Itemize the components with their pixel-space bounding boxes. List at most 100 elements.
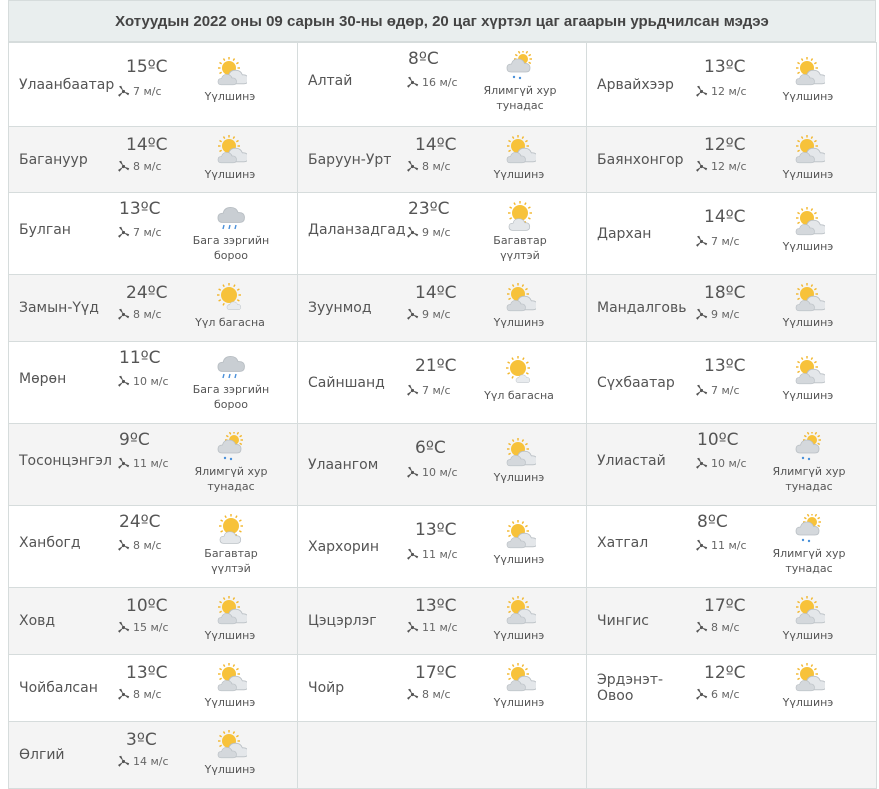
forecast-cell	[297, 721, 587, 789]
wind-speed-value: 6 м/с	[711, 688, 740, 701]
temperature: 3ºC	[126, 730, 157, 750]
forecast-cell: Мандалговь 18ºC 9 м/с Үүлшинэ	[586, 274, 877, 342]
city-name: Ховд	[19, 613, 56, 629]
forecast-cell: Ховд 10ºC 15 м/с Үүлшинэ	[8, 587, 298, 655]
wind-speed-value: 15 м/с	[133, 621, 169, 634]
wind-speed: 9 м/с	[406, 308, 451, 321]
city-name: Замын-Үүд	[19, 300, 99, 316]
sun-small-cloud-icon	[215, 283, 247, 317]
weather-description: Үүлшинэ	[493, 471, 545, 484]
forecast-cell: Цэцэрлэг 13ºC 11 м/с Үүлшинэ	[297, 587, 587, 655]
weather-description: Үүлшинэ	[204, 763, 256, 776]
city-name: Тосонцэнгэл	[19, 452, 112, 469]
city-name: Хархорин	[308, 538, 380, 555]
city-forecast: Даланзадгад 23ºC 9 м/с Багавтар үүлтэй	[298, 193, 586, 274]
wind-icon	[407, 226, 419, 238]
wind-speed-value: 8 м/с	[422, 688, 451, 701]
forecast-cell: Даланзадгад 23ºC 9 м/с Багавтар үүлтэй	[297, 192, 587, 275]
weather-description: Үүлшинэ	[782, 90, 834, 103]
forecast-cell: Арвайхээр 13ºC 12 м/с Үүлшинэ	[586, 42, 877, 127]
weather-description: Үүлшинэ	[782, 240, 834, 253]
city-name: Дархан	[597, 225, 652, 242]
weather-description: Бага зэргийн бороо	[192, 383, 270, 411]
partly-cloudy-sun-icon	[793, 135, 827, 169]
wind-icon	[118, 375, 130, 387]
city-forecast: Арвайхээр 13ºC 12 м/с Үүлшинэ	[587, 43, 876, 126]
forecast-cell: Ханбогд 24ºC 8 м/с Багавтар үүлтэй	[8, 505, 298, 588]
forecast-cell: Сайншанд 21ºC 7 м/с Үүл багасна	[297, 341, 587, 424]
wind-icon	[118, 226, 130, 238]
city-name: Улиастай	[597, 452, 666, 469]
temperature: 12ºC	[704, 135, 746, 155]
wind-speed-value: 7 м/с	[133, 85, 162, 98]
cloud-sun-light-rain-icon	[215, 431, 247, 466]
temperature: 17ºC	[415, 663, 457, 683]
temperature: 9ºC	[119, 430, 150, 450]
city-forecast: Чойбалсан 13ºC 8 м/с Үүлшинэ	[9, 655, 297, 721]
forecast-row: Замын-Үүд 24ºC 8 м/с Үүл багасна Зуунмод 14ºC…	[8, 274, 877, 342]
weather-description: Үүлшинэ	[782, 316, 834, 329]
forecast-cell: Улаанбаатар 15ºC 7 м/с Үүлшинэ	[8, 42, 298, 127]
forecast-cell: Тосонцэнгэл 9ºC 11 м/с Ялимгүй хур тунадас	[8, 423, 298, 506]
weather-description: Үүл багасна	[484, 389, 554, 402]
forecast-cell: Чойбалсан 13ºC 8 м/с Үүлшинэ	[8, 654, 298, 722]
weather-description: Багавтар үүлтэй	[493, 234, 547, 262]
forecast-cell: Улаангом 6ºC 10 м/с Үүлшинэ	[297, 423, 587, 506]
temperature: 14ºC	[704, 207, 746, 227]
forecast-row: Багануур 14ºC 8 м/с Үүлшинэ Баруун-Урт 14ºC 8 …	[8, 126, 877, 193]
temperature: 15ºC	[126, 57, 168, 77]
city-forecast: Тосонцэнгэл 9ºC 11 м/с Ялимгүй хур тунадас	[9, 424, 297, 505]
city-name: Сүхбаатар	[597, 374, 675, 391]
weather-description: Үүлшинэ	[782, 696, 834, 709]
sun-small-cloud-icon	[504, 356, 536, 390]
city-forecast: Чойр 17ºC 8 м/с Үүлшинэ	[298, 655, 586, 721]
wind-speed: 8 м/с	[117, 539, 162, 552]
forecast-cell: Дархан 14ºC 7 м/с Үүлшинэ	[586, 192, 877, 275]
wind-icon	[696, 384, 708, 396]
city-name: Чойбалсан	[19, 680, 98, 696]
forecast-row: Тосонцэнгэл 9ºC 11 м/с Ялимгүй хур тунадас У…	[8, 423, 877, 506]
weather-description: Ялимгүй хур тунадас	[772, 547, 846, 575]
city-name: Баянхонгор	[597, 151, 684, 168]
forecast-cell: Хархорин 13ºC 11 м/с Үүлшинэ	[297, 505, 587, 588]
wind-icon	[118, 308, 130, 320]
wind-icon	[696, 235, 708, 247]
wind-speed-value: 12 м/с	[711, 160, 747, 173]
weather-description: Үүлшинэ	[782, 389, 834, 402]
wind-speed: 8 м/с	[406, 160, 451, 173]
wind-speed-value: 8 м/с	[133, 688, 162, 701]
temperature: 8ºC	[697, 512, 728, 532]
wind-speed: 8 м/с	[406, 688, 451, 701]
forecast-cell: Баруун-Урт 14ºC 8 м/с Үүлшинэ	[297, 126, 587, 193]
wind-speed: 6 м/с	[695, 688, 740, 701]
wind-speed: 7 м/с	[406, 384, 451, 397]
forecast-cell: Сүхбаатар 13ºC 7 м/с Үүлшинэ	[586, 341, 877, 424]
forecast-row: Чойбалсан 13ºC 8 м/с Үүлшинэ Чойр 17ºC 8 м/с Үү…	[8, 654, 877, 722]
partly-cloudy-sun-icon	[504, 283, 538, 317]
city-name: Улаанбаатар	[19, 76, 115, 93]
wind-speed: 10 м/с	[117, 375, 169, 388]
wind-icon	[407, 384, 419, 396]
forecast-cell	[586, 721, 877, 789]
forecast-cell: Замын-Үүд 24ºC 8 м/с Үүл багасна	[8, 274, 298, 342]
temperature: 24ºC	[126, 283, 168, 303]
wind-icon	[407, 160, 419, 172]
forecast-cell: Чойр 17ºC 8 м/с Үүлшинэ	[297, 654, 587, 722]
city-name: Өлгий	[19, 747, 65, 763]
temperature: 13ºC	[704, 57, 746, 77]
weather-description: Үүлшинэ	[782, 629, 834, 642]
city-name: Чингис	[597, 613, 650, 629]
wind-speed-value: 10 м/с	[422, 466, 458, 479]
wind-speed: 9 м/с	[406, 226, 451, 239]
wind-speed-value: 9 м/с	[422, 308, 451, 321]
wind-icon	[407, 466, 419, 478]
city-forecast: Багануур 14ºC 8 м/с Үүлшинэ	[9, 127, 297, 192]
city-forecast: Эрдэнэт-Овоо 12ºC 6 м/с Үүлшинэ	[587, 655, 876, 721]
forecast-row: Ханбогд 24ºC 8 м/с Багавтар үүлтэй Хархорин 1…	[8, 505, 877, 588]
wind-speed: 8 м/с	[117, 688, 162, 701]
weather-description: Үүлшинэ	[493, 168, 545, 181]
weather-description: Үүлшинэ	[204, 629, 256, 642]
wind-speed-value: 8 м/с	[422, 160, 451, 173]
city-forecast: Мөрөн 11ºC 10 м/с Бага зэргийн бороо	[9, 342, 297, 423]
wind-icon	[696, 621, 708, 633]
